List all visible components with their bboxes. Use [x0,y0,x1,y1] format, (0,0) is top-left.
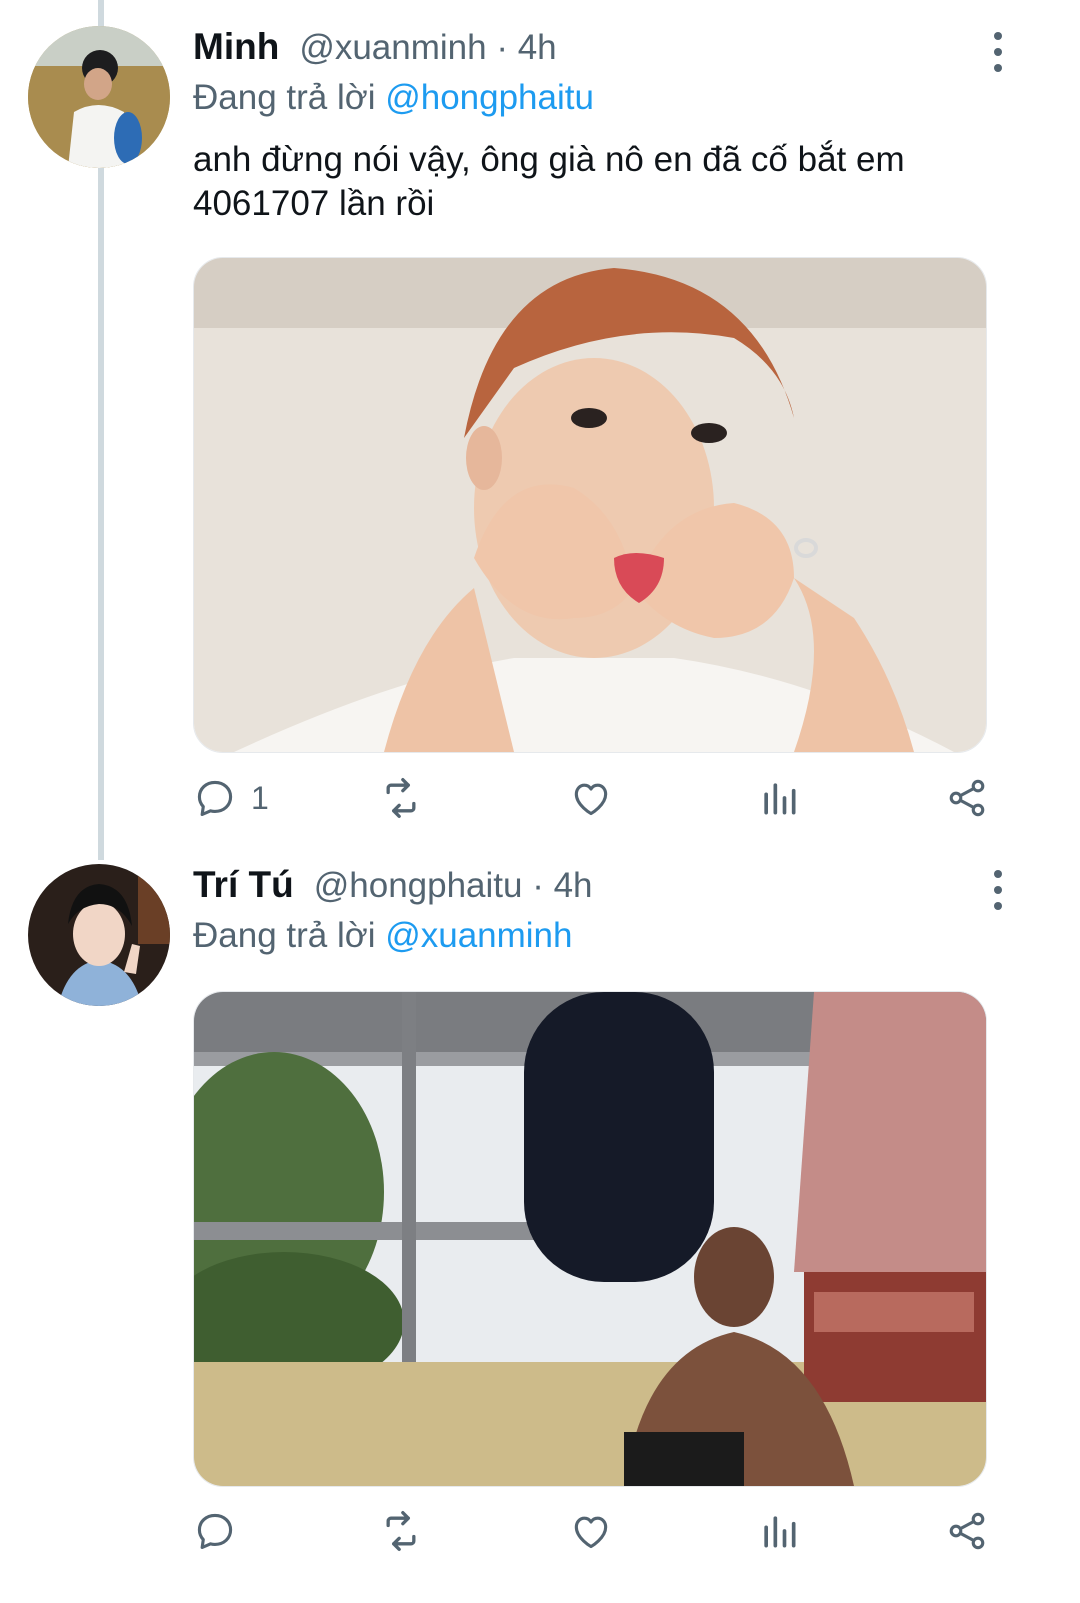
like-icon [574,1516,608,1549]
replying-prefix: Đang trả lời [193,916,376,955]
retweet-icon [386,1511,416,1551]
tweet-actions: 1 [193,773,993,823]
more-vertical-icon[interactable] [982,32,1014,72]
media-image [194,992,986,1486]
author-handle-time[interactable]: @xuanminh · 4h [299,28,556,68]
avatar[interactable] [28,864,170,1006]
media-image [194,258,986,752]
replying-prefix: Đang trả lời [193,78,376,117]
avatar[interactable] [28,26,170,168]
analytics-icon [764,783,796,815]
retweet-button[interactable] [379,1506,423,1556]
avatar-photo [28,26,170,168]
analytics-button[interactable] [757,773,801,823]
share-icon [949,1512,985,1550]
share-icon [949,779,985,817]
reply-icon [197,780,233,817]
reply-button[interactable] [193,1506,237,1556]
analytics-icon [764,1516,796,1548]
retweet-icon [386,778,416,818]
mention-link[interactable]: @xuanminh [385,916,572,955]
share-button[interactable] [945,1506,989,1556]
author-name[interactable]: Trí Tú [193,864,294,906]
like-button[interactable] [569,773,613,823]
reply-icon [197,1513,233,1550]
share-button[interactable] [945,773,989,823]
like-button[interactable] [569,1506,613,1556]
tweet-header: Trí Tú @hongphaitu · 4h [193,864,593,912]
author-handle-time[interactable]: @hongphaitu · 4h [314,866,593,906]
tweet-text: anh đừng nói vậy, ông già nô en đã cố bắ… [193,140,905,223]
retweet-button[interactable] [379,773,423,823]
reply-count: 1 [251,779,269,816]
tweet-actions [193,1506,993,1556]
avatar-photo [28,864,170,1006]
replying-to: Đang trả lời @hongphaitu [193,78,594,118]
mention-link[interactable]: @hongphaitu [385,78,594,117]
analytics-button[interactable] [757,1506,801,1556]
tweet-header: Minh @xuanminh · 4h [193,26,557,74]
like-icon [574,783,608,816]
author-name[interactable]: Minh [193,26,279,68]
reply-button[interactable]: 1 [193,773,269,823]
tweet-media-photo[interactable] [193,257,987,753]
more-vertical-icon[interactable] [982,870,1014,910]
tweet-media-photo[interactable] [193,991,987,1487]
replying-to: Đang trả lời @xuanminh [193,916,573,956]
